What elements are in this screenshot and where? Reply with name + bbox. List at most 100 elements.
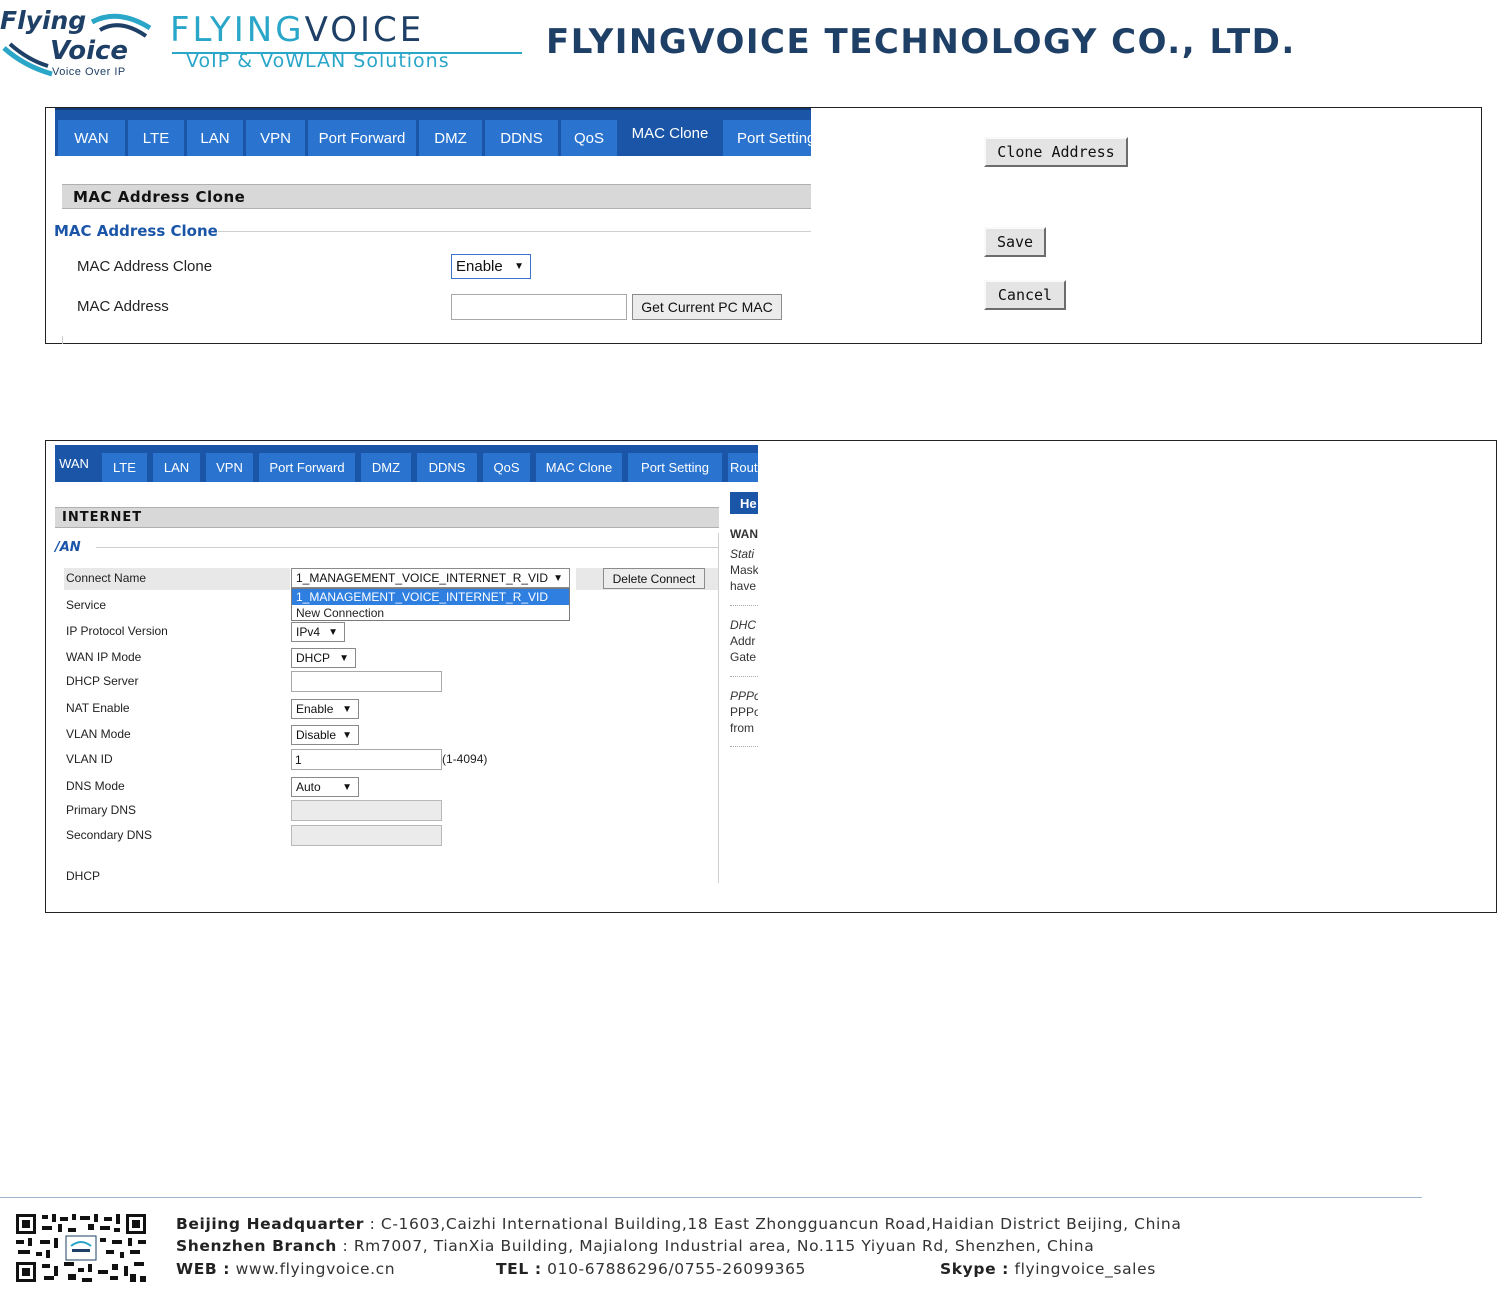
footer-tel-value: 010-67886296/0755-26099365 <box>547 1260 806 1278</box>
tab-route[interactable]: Rout <box>728 453 758 482</box>
tab-lan[interactable]: LAN <box>187 120 246 156</box>
tab-dmz[interactable]: DMZ <box>419 120 485 156</box>
vlan-mode-value: Disable <box>296 728 337 742</box>
dhcp-section-heading: DHCP <box>66 869 101 883</box>
help-panel-header: He <box>730 492 758 514</box>
tab-ddns[interactable]: DDNS <box>485 120 561 156</box>
tab-wan[interactable]: WAN <box>58 120 128 156</box>
footer-headquarter: Beijing Headquarter : C-1603,Caizhi Inte… <box>176 1215 1181 1233</box>
ip-protocol-version-value: IPv4 <box>296 625 321 639</box>
nat-enable-select[interactable]: Enable ▼ <box>291 699 359 719</box>
vlan-mode-select[interactable]: Disable ▼ <box>291 725 359 745</box>
secondary-dns-input[interactable] <box>291 825 442 846</box>
dns-mode-label: DNS Mode <box>66 779 125 793</box>
clone-address-button[interactable]: Clone Address <box>984 137 1128 167</box>
content-right-border <box>718 533 719 883</box>
wordmark-tagline: VoIP & VoWLAN Solutions <box>186 50 450 72</box>
footer-hq-address: C-1603,Caizhi International Building,18 … <box>380 1215 1182 1233</box>
dhcp-server-label: DHCP Server <box>66 674 139 688</box>
tab-ddns[interactable]: DDNS <box>417 453 480 482</box>
nat-enable-label: NAT Enable <box>66 701 130 715</box>
footer-tel-label: TEL : <box>496 1260 542 1278</box>
delete-connect-button[interactable]: Delete Connect <box>603 568 705 589</box>
tab-qos[interactable]: QoS <box>561 120 620 156</box>
nav-tabbar: WAN LTE LAN VPN Port Forward DMZ DDNS Qo… <box>55 445 758 482</box>
subsection-divider <box>218 231 811 232</box>
dropdown-option[interactable]: 1_MANAGEMENT_VOICE_INTERNET_R_VID <box>292 589 569 605</box>
mac-address-input[interactable] <box>451 294 627 320</box>
footer-skype-label: Skype : <box>940 1260 1009 1278</box>
tab-port-forward[interactable]: Port Forward <box>308 120 419 156</box>
caret-down-icon: ▼ <box>339 652 349 664</box>
wan-settings-screenshot: WAN LTE LAN VPN Port Forward DMZ DDNS Qo… <box>45 440 1497 913</box>
vlan-id-input[interactable]: 1 <box>291 749 442 770</box>
footer-branch-address: Rm7007, TianXia Building, Majialong Indu… <box>353 1237 1095 1255</box>
footer-branch-separator: : <box>342 1237 349 1255</box>
frame-edge <box>62 336 63 344</box>
tab-qos[interactable]: QoS <box>483 453 533 482</box>
help-static-title: Stati <box>730 547 755 561</box>
secondary-dns-label: Secondary DNS <box>66 828 153 842</box>
help-dhcp-line1: Addr <box>730 634 756 648</box>
flyingvoice-logo: Flying Voice Voice Over IP <box>0 2 156 80</box>
footer-tel: TEL : 010-67886296/0755-26099365 <box>496 1260 806 1278</box>
wan-ip-mode-value: DHCP <box>296 651 331 665</box>
logo-word-flying: Flying <box>0 6 87 35</box>
tab-lan[interactable]: LAN <box>153 453 203 482</box>
vlan-mode-label: VLAN Mode <box>66 727 131 741</box>
footer-branch: Shenzhen Branch : Rm7007, TianXia Buildi… <box>176 1237 1094 1255</box>
wan-ip-mode-select[interactable]: DHCP ▼ <box>291 648 356 668</box>
dhcp-server-input[interactable] <box>291 671 442 692</box>
get-current-pc-mac-button[interactable]: Get Current PC MAC <box>632 294 782 320</box>
mac-clone-select[interactable]: Enable ▼ <box>451 254 531 279</box>
caret-down-icon: ▼ <box>342 781 352 793</box>
help-pppoe-title: PPPo <box>730 689 758 703</box>
wan-ip-mode-label: WAN IP Mode <box>66 650 142 664</box>
vlan-id-range-hint: (1-4094) <box>442 752 488 766</box>
help-dhcp-title: DHC <box>730 618 756 632</box>
help-divider <box>730 605 758 606</box>
ip-protocol-version-label: IP Protocol Version <box>66 624 168 638</box>
company-name: FLYINGVOICE TECHNOLOGY CO., LTD. <box>546 22 1296 62</box>
flyingvoice-wordmark: FLYINGVOICE VoIP & VoWLAN Solutions <box>170 10 525 72</box>
section-header: MAC Address Clone <box>62 184 811 209</box>
footer-web: WEB : www.flyingvoice.cn <box>176 1260 395 1278</box>
footer-web-link[interactable]: www.flyingvoice.cn <box>236 1260 396 1278</box>
vlan-id-label: VLAN ID <box>66 752 113 766</box>
subsection-title: /AN <box>55 540 81 555</box>
caret-down-icon: ▼ <box>342 703 352 715</box>
tab-mac-clone[interactable]: MAC Clone <box>620 110 723 156</box>
tab-port-setting[interactable]: Port Setting <box>723 120 811 156</box>
dropdown-option[interactable]: New Connection <box>292 605 569 621</box>
dns-mode-select[interactable]: Auto ▼ <box>291 777 359 797</box>
nav-tabbar: WAN LTE LAN VPN Port Forward DMZ DDNS Qo… <box>55 108 811 156</box>
primary-dns-label: Primary DNS <box>66 803 137 817</box>
primary-dns-input[interactable] <box>291 800 442 821</box>
footer-web-label: WEB : <box>176 1260 231 1278</box>
footer-hq-separator: : <box>369 1215 376 1233</box>
help-pppoe-line1: PPPo <box>730 705 758 719</box>
mac-address-label: MAC Address <box>77 298 169 315</box>
tab-lte[interactable]: LTE <box>128 120 187 156</box>
tab-dmz[interactable]: DMZ <box>361 453 414 482</box>
connect-name-select[interactable]: 1_MANAGEMENT_VOICE_INTERNET_R_VID ▼ <box>291 568 570 588</box>
help-pppoe-line2: from <box>730 721 754 735</box>
tab-vpn[interactable]: VPN <box>246 120 308 156</box>
tab-vpn[interactable]: VPN <box>206 453 256 482</box>
tab-wan[interactable]: WAN <box>55 445 96 482</box>
help-dhcp-line2: Gate <box>730 650 757 664</box>
service-label: Service <box>66 598 107 612</box>
ip-protocol-version-select[interactable]: IPv4 ▼ <box>291 622 345 642</box>
tab-lte[interactable]: LTE <box>102 453 150 482</box>
tab-port-forward[interactable]: Port Forward <box>259 453 358 482</box>
logo-tagline: Voice Over IP <box>52 66 126 78</box>
tab-mac-clone[interactable]: MAC Clone <box>536 453 625 482</box>
help-static-line1: Mask <box>730 563 758 577</box>
wordmark-part2: VOICE <box>304 10 425 50</box>
connect-name-label: Connect Name <box>66 571 147 585</box>
connect-name-select-value: 1_MANAGEMENT_VOICE_INTERNET_R_VID <box>296 571 549 585</box>
footer-divider <box>0 1197 1422 1198</box>
save-button[interactable]: Save <box>984 227 1046 257</box>
tab-port-setting[interactable]: Port Setting <box>628 453 725 482</box>
cancel-button[interactable]: Cancel <box>984 280 1066 310</box>
